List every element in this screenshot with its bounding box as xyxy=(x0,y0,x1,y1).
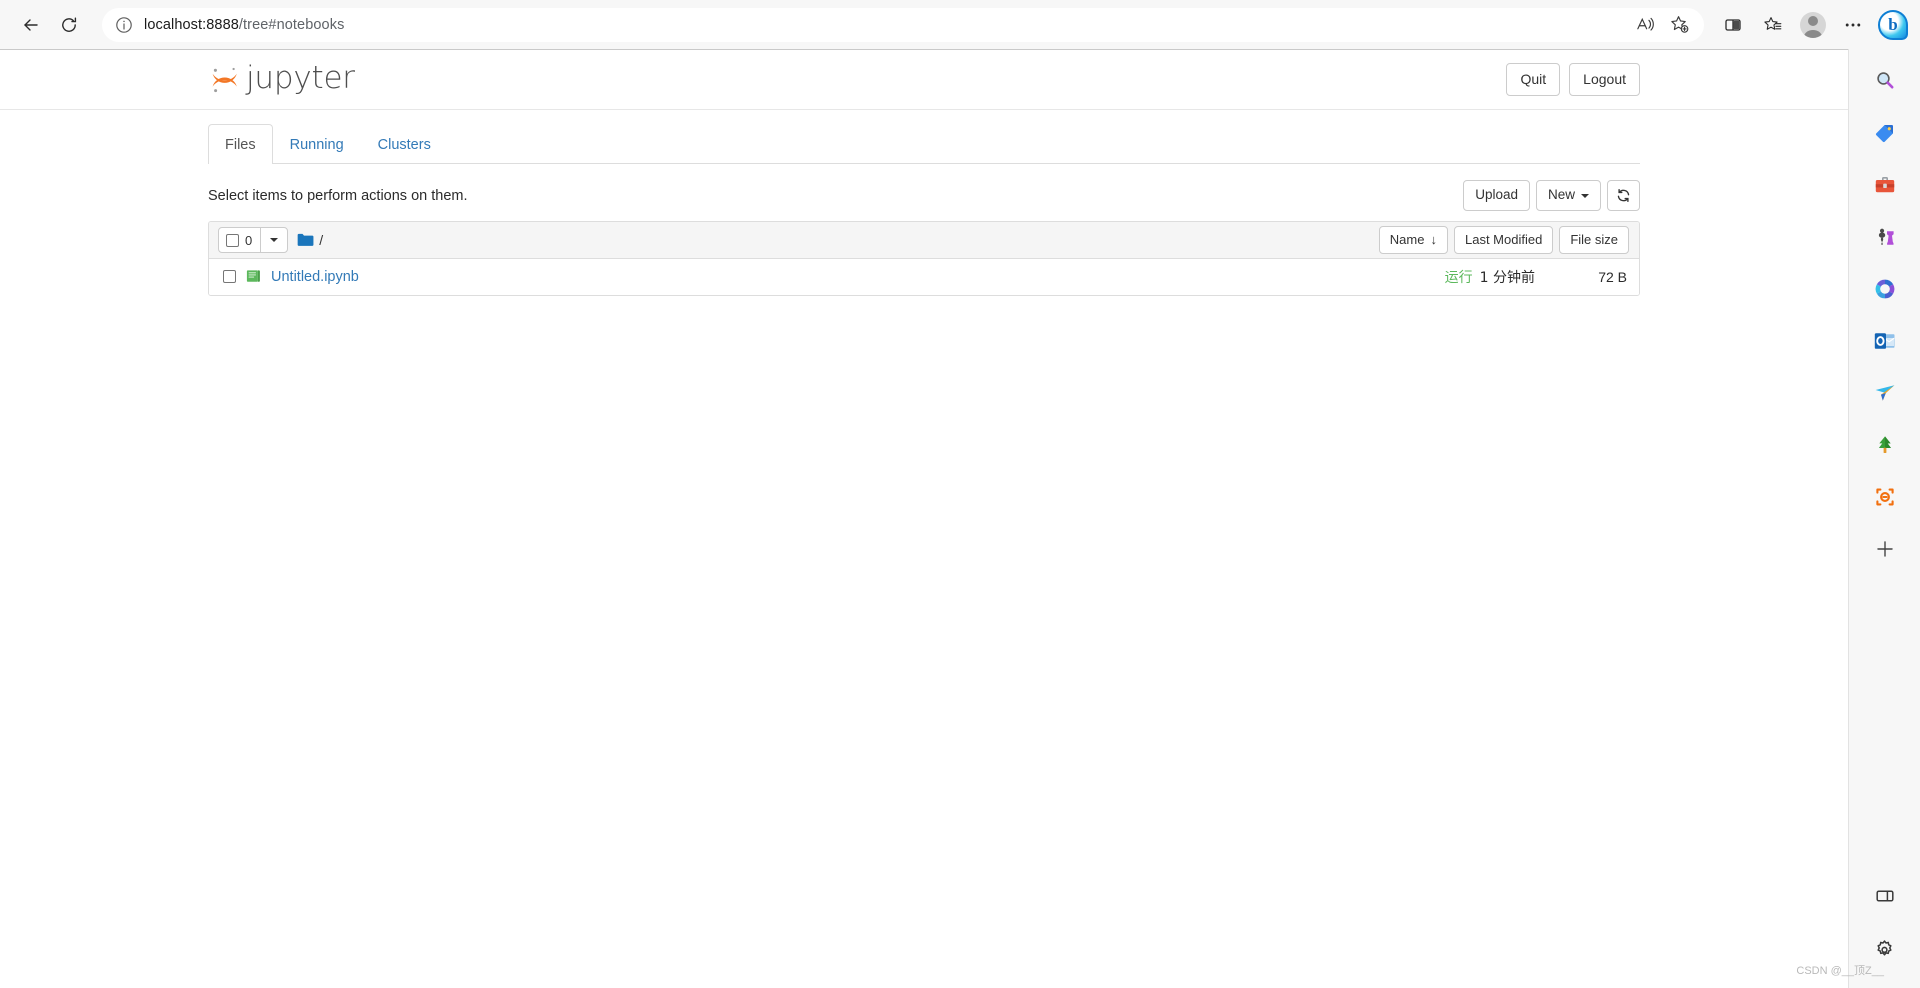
read-aloud-icon[interactable] xyxy=(1628,10,1662,40)
select-all-control[interactable]: 0 xyxy=(218,227,289,254)
last-modified-value: 1 分钟前 xyxy=(1479,269,1535,286)
jupyter-tree-page: jupyter Quit Logout Files Running Cluste… xyxy=(0,50,1848,988)
copilot-bing-icon[interactable]: b xyxy=(1874,6,1912,44)
back-button[interactable] xyxy=(12,6,50,44)
folder-icon xyxy=(297,233,314,247)
chevron-down-icon xyxy=(270,238,279,243)
favorites-icon[interactable] xyxy=(1754,6,1792,44)
microsoft-365-icon[interactable] xyxy=(1865,269,1905,309)
table-row[interactable]: Untitled.ipynb 运行 1 分钟前 72 B xyxy=(209,259,1639,296)
select-all-checkbox[interactable] xyxy=(226,233,239,247)
shopping-tag-icon[interactable] xyxy=(1865,113,1905,153)
new-dropdown-button[interactable]: New xyxy=(1535,180,1601,212)
status-badge: 运行 xyxy=(1444,269,1473,286)
refresh-button[interactable] xyxy=(50,6,88,44)
games-chess-icon[interactable] xyxy=(1865,217,1905,257)
tab-running[interactable]: Running xyxy=(273,124,361,164)
edge-sidebar xyxy=(1848,49,1920,988)
file-list: 0 / Name ↓ Last Modified File size Untit… xyxy=(208,221,1640,297)
file-size-value: 72 B xyxy=(1598,268,1627,285)
jupyter-header-buttons: Quit Logout xyxy=(1506,63,1640,96)
sort-last-modified-button[interactable]: Last Modified xyxy=(1453,226,1554,255)
quit-button[interactable]: Quit xyxy=(1506,63,1561,96)
address-bar[interactable]: localhost:8888/tree#notebooks xyxy=(102,7,1704,42)
logout-button[interactable]: Logout xyxy=(1569,63,1640,96)
outlook-icon[interactable] xyxy=(1865,321,1905,361)
file-list-sort-buttons: Name ↓ Last Modified File size xyxy=(1378,226,1629,255)
jupyter-tabs: Files Running Clusters xyxy=(208,124,1640,165)
selected-count: 0 xyxy=(245,232,253,248)
add-favorite-icon[interactable] xyxy=(1662,10,1696,40)
gear-icon[interactable] xyxy=(1865,928,1905,968)
select-items-hint: Select items to perform actions on them. xyxy=(208,187,468,204)
browser-toolbar: localhost:8888/tree#notebooks b xyxy=(0,0,1920,49)
breadcrumb-root[interactable]: / xyxy=(319,232,323,248)
add-sidebar-button[interactable] xyxy=(1865,529,1905,569)
file-action-buttons: Upload New xyxy=(1463,180,1640,212)
file-row-left: Untitled.ipynb xyxy=(223,267,359,287)
site-info-icon[interactable] xyxy=(114,15,134,35)
toolbar-actions: b xyxy=(1712,6,1912,44)
jupyter-action-bar: Select items to perform actions on them.… xyxy=(208,164,1640,221)
tools-briefcase-icon[interactable] xyxy=(1865,165,1905,205)
sort-name-button[interactable]: Name ↓ xyxy=(1378,226,1448,255)
sort-file-size-button[interactable]: File size xyxy=(1559,226,1629,255)
paper-plane-icon[interactable] xyxy=(1865,373,1905,413)
jupyter-logo-icon xyxy=(208,60,242,100)
url-host: localhost:8888 xyxy=(144,16,239,33)
refresh-list-button[interactable] xyxy=(1607,180,1640,212)
select-all-box[interactable]: 0 xyxy=(219,228,262,253)
url-path: /tree#notebooks xyxy=(238,16,345,33)
jupyter-main: Files Running Clusters Select items to p… xyxy=(208,110,1640,297)
jupyter-logo[interactable]: jupyter xyxy=(208,60,355,100)
select-all-dropdown[interactable] xyxy=(261,228,287,252)
row-checkbox[interactable] xyxy=(223,270,236,284)
profile-avatar[interactable] xyxy=(1794,6,1832,44)
file-list-header-left: 0 / xyxy=(218,227,323,254)
url-text[interactable]: localhost:8888/tree#notebooks xyxy=(144,17,1628,33)
customize-pane-icon[interactable] xyxy=(1865,876,1905,916)
sort-arrow-down-icon: ↓ xyxy=(1430,232,1437,248)
bing-logo: b xyxy=(1878,9,1908,40)
file-list-header: 0 / Name ↓ Last Modified File size xyxy=(209,222,1639,260)
avatar xyxy=(1800,11,1826,38)
omnibox-actions xyxy=(1628,10,1696,40)
jupyter-header: jupyter Quit Logout xyxy=(0,50,1848,110)
browser-window: localhost:8888/tree#notebooks b jupyter … xyxy=(0,0,1920,988)
tab-clusters[interactable]: Clusters xyxy=(361,124,448,164)
sidebar-bottom-actions xyxy=(1865,876,1905,988)
notebook-icon xyxy=(245,269,262,285)
file-row-right: 运行 1 分钟前 72 B xyxy=(1445,267,1627,287)
upload-button[interactable]: Upload xyxy=(1463,180,1530,212)
new-dropdown-label: New xyxy=(1547,187,1575,203)
page-viewport: jupyter Quit Logout Files Running Cluste… xyxy=(0,49,1848,988)
breadcrumb: / xyxy=(297,232,323,248)
search-icon[interactable] xyxy=(1865,61,1905,101)
drop-link-icon[interactable] xyxy=(1865,477,1905,517)
file-name-link[interactable]: Untitled.ipynb xyxy=(271,267,359,287)
jupyter-logo-text: jupyter xyxy=(246,59,355,96)
tab-files[interactable]: Files xyxy=(208,124,273,165)
chevron-down-icon xyxy=(1581,193,1589,198)
sort-name-label: Name xyxy=(1389,232,1425,248)
split-screen-icon[interactable] xyxy=(1714,6,1752,44)
settings-and-more-icon[interactable] xyxy=(1834,6,1872,44)
tree-icon[interactable] xyxy=(1865,425,1905,465)
